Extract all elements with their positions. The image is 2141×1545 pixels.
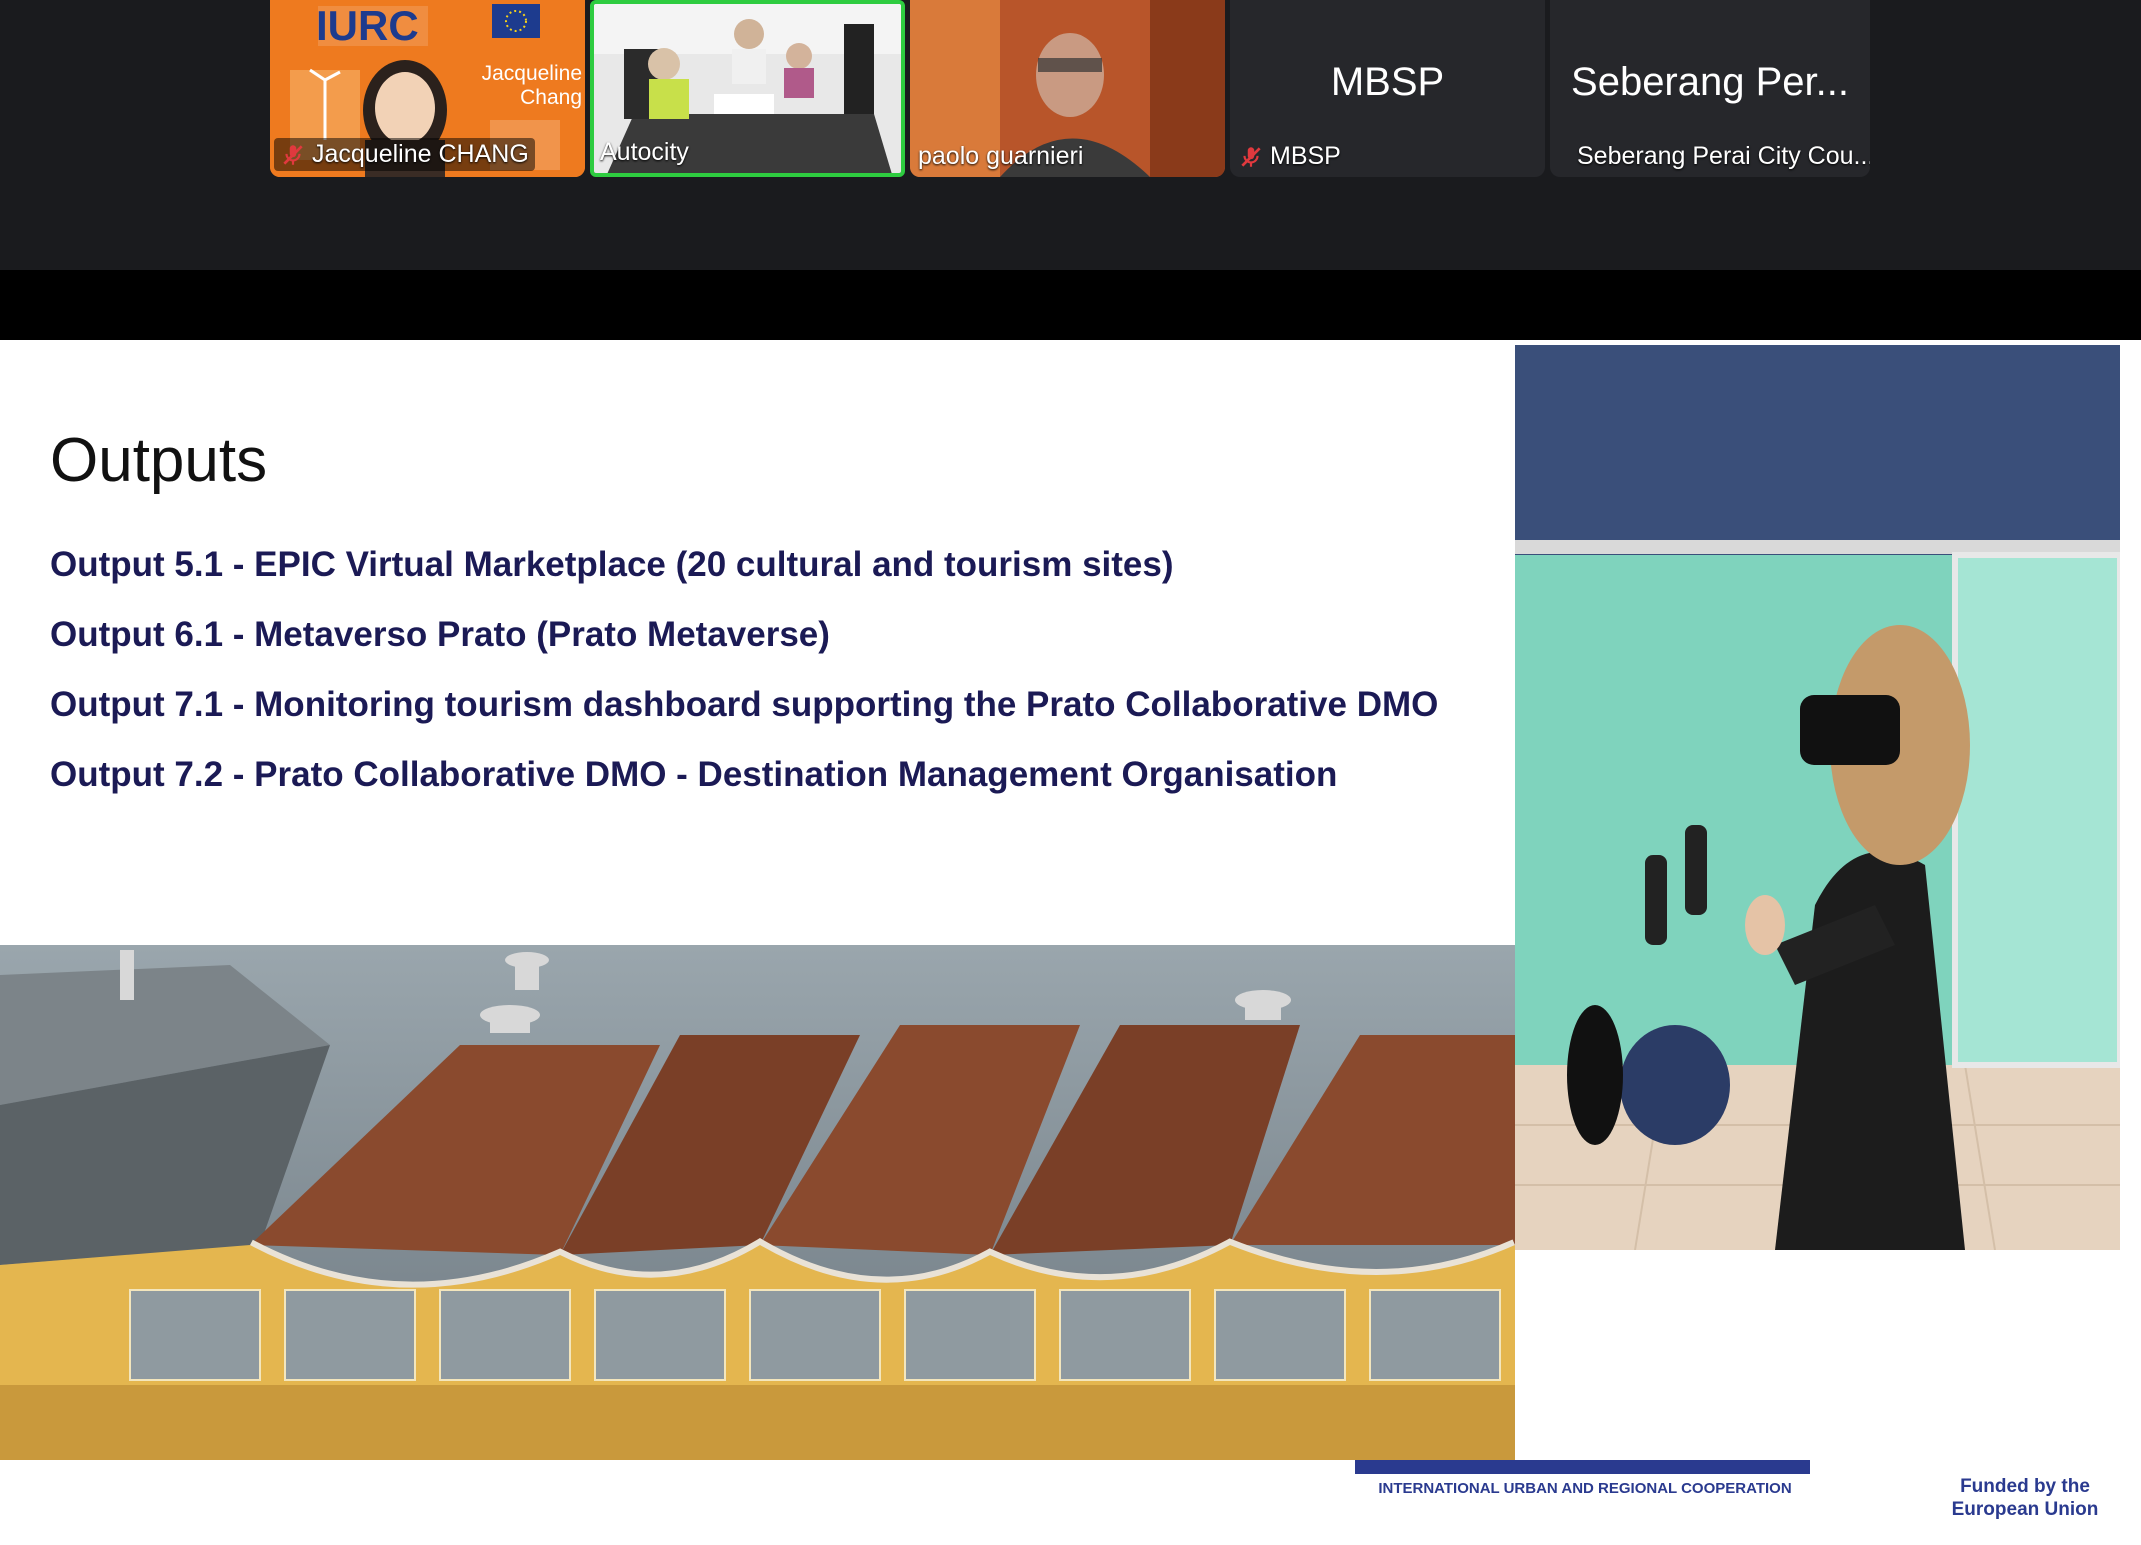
participant-name: Autocity [600,138,689,166]
participant-tile-autocity[interactable]: Autocity [590,0,905,177]
participant-name: Jacqueline CHANG [274,138,535,171]
slide-title: Outputs [50,426,268,495]
share-header-band [0,270,2141,340]
participant-display-name: Seberang Per... [1571,60,1849,104]
participant-name: Seberang Perai City Cou... [1577,142,1870,170]
tile-caption: Jacqueline Chang [481,62,582,109]
shared-slide: Outputs Output 5.1 - EPIC Virtual Market… [0,340,2141,1545]
output-list: Output 5.1 - EPIC Virtual Marketplace (2… [50,545,1438,825]
output-item: Output 7.1 - Monitoring tourism dashboar… [50,685,1439,724]
mic-muted-icon [283,144,303,165]
iurc-logo: IURC [316,2,419,49]
participant-bar: IURC Jacqueline Chang Jacqueline CHANG A… [0,0,2141,270]
slide-footer: INTERNATIONAL URBAN AND REGIONAL COOPERA… [0,1460,2141,1545]
participant-tile-jacqueline[interactable]: IURC Jacqueline Chang Jacqueline CHANG [270,0,585,177]
output-item: Output 6.1 - Metaverso Prato (Prato Meta… [50,615,830,654]
iurc-caption: INTERNATIONAL URBAN AND REGIONAL COOPERA… [1378,1480,1792,1497]
eu-funding-label: Funded by the European Union [1951,1476,2099,1520]
participant-name: MBSP [1238,142,1341,171]
rooftop-photo [0,945,1515,1460]
vr-headset-photo [1515,345,2120,1250]
participant-tile-seberang[interactable]: Seberang Per... Seberang Perai City Cou.… [1550,0,1870,177]
output-item: Output 7.2 - Prato Collaborative DMO - D… [50,755,1338,794]
participant-tile-paolo[interactable]: paolo guarnieri [910,0,1225,177]
participant-tile-mbsp[interactable]: MBSP MBSP [1230,0,1545,177]
video-strip: IURC Jacqueline Chang Jacqueline CHANG A… [270,0,1870,177]
participant-name: paolo guarnieri [918,142,1084,170]
output-item: Output 5.1 - EPIC Virtual Marketplace (2… [50,545,1174,584]
mic-muted-icon [1241,146,1261,167]
iurc-logo [1355,1460,1810,1474]
participant-display-name: MBSP [1330,60,1445,104]
